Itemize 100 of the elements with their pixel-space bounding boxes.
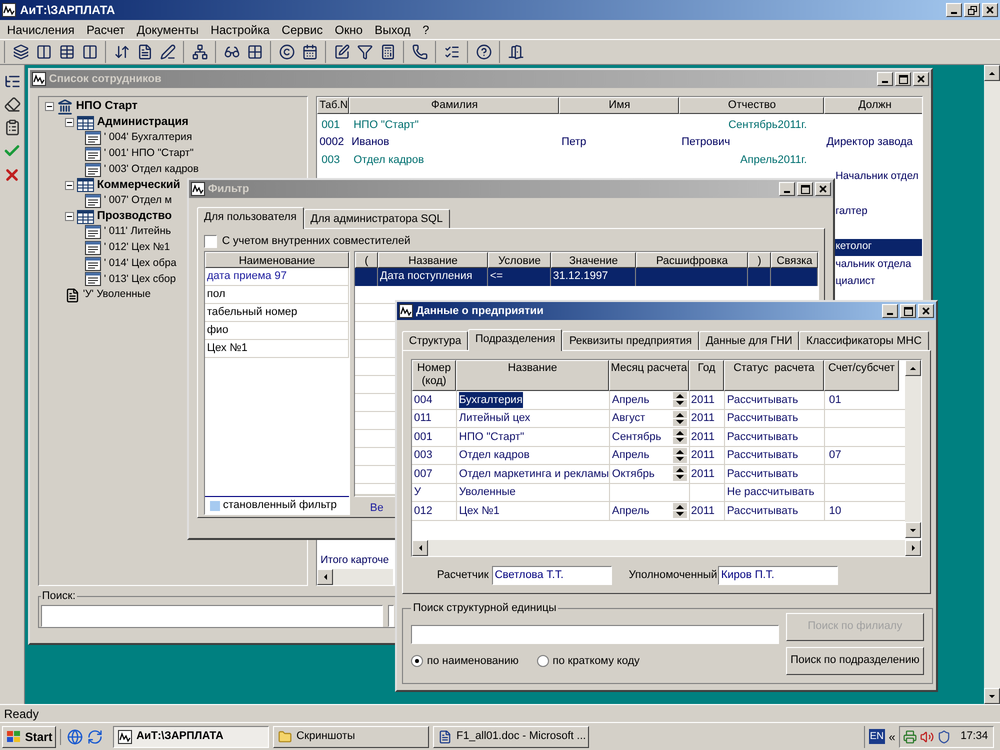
- tree-item[interactable]: ' 007' Отдел м: [104, 193, 172, 209]
- minimize-button[interactable]: [779, 182, 795, 196]
- search-button[interactable]: Поиск по подразделению: [786, 646, 924, 674]
- tab[interactable]: Для пользователя: [197, 207, 304, 229]
- column-header[interactable]: ): [748, 252, 771, 268]
- menu-item[interactable]: ?: [416, 20, 436, 38]
- tree-item[interactable]: ' 004' Бухгалтерия: [104, 130, 192, 146]
- close-button[interactable]: [982, 3, 998, 17]
- spin-button[interactable]: [673, 429, 687, 444]
- menu-item[interactable]: Настройка: [204, 20, 276, 38]
- radio-button[interactable]: [536, 654, 549, 667]
- menu-item[interactable]: Расчет: [80, 20, 131, 38]
- tree-item[interactable]: 'У' Уволенные: [83, 287, 151, 303]
- tree-icon[interactable]: [4, 73, 20, 90]
- tree-item[interactable]: ' 011' Литейнь: [104, 224, 172, 240]
- tab[interactable]: Данные для ГНИ: [698, 331, 800, 350]
- selected-row[interactable]: Дата поступления <= 31.12.1997: [355, 268, 818, 286]
- language-indicator[interactable]: EN: [868, 729, 885, 744]
- menu-item[interactable]: Документы: [130, 20, 205, 38]
- column-header[interactable]: Год: [689, 360, 724, 391]
- column-header[interactable]: Месяц расчета: [609, 360, 689, 391]
- column-header[interactable]: Таб.N: [317, 97, 350, 114]
- column-header[interactable]: Номер (код): [412, 360, 456, 391]
- spin-button[interactable]: [673, 448, 687, 463]
- maximize-button[interactable]: [900, 304, 916, 318]
- list-item[interactable]: Цех №1: [205, 340, 349, 358]
- collapse-toggle-icon[interactable]: [65, 118, 74, 128]
- tree-item[interactable]: ' 001' НПО "Старт": [104, 146, 194, 162]
- column-header[interactable]: Расшифровка: [636, 252, 748, 268]
- close-button[interactable]: [913, 72, 929, 86]
- column-header[interactable]: Условие: [488, 252, 551, 268]
- column-header[interactable]: Отчество: [679, 97, 824, 114]
- restore-button[interactable]: [964, 3, 980, 17]
- scrollbar[interactable]: [412, 540, 921, 556]
- tab[interactable]: Классификаторы МНС: [799, 331, 929, 350]
- tree-item[interactable]: Администрация: [97, 114, 188, 132]
- browser-icon[interactable]: [67, 728, 84, 744]
- button-label[interactable]: Ве: [370, 500, 384, 516]
- spin-button[interactable]: [673, 503, 687, 518]
- list-item[interactable]: табельный номер: [205, 304, 349, 322]
- spin-button[interactable]: [673, 466, 687, 482]
- maximize-button[interactable]: [797, 182, 813, 196]
- list-item[interactable]: фио: [205, 322, 349, 340]
- taskbar-button[interactable]: F1_all01.doc - Microsoft ...: [433, 726, 590, 748]
- printer-icon[interactable]: [903, 730, 918, 744]
- start-button[interactable]: Start: [2, 726, 56, 748]
- menu-item[interactable]: Выход: [368, 20, 417, 38]
- scrollbar[interactable]: [984, 65, 1000, 704]
- collapse-toggle-icon[interactable]: [65, 180, 74, 190]
- tray-expand-button[interactable]: «: [888, 728, 896, 746]
- tree-item[interactable]: Прозводство: [97, 208, 172, 226]
- speaker-icon[interactable]: [920, 730, 934, 744]
- tab[interactable]: Подразделения: [468, 329, 562, 351]
- taskbar-button[interactable]: АиТ:\ЗАРПЛАТА: [113, 726, 270, 748]
- tree-item[interactable]: ' 012' Цех №1: [104, 240, 170, 256]
- column-header[interactable]: Наименование: [205, 252, 349, 268]
- spin-button[interactable]: [673, 410, 687, 426]
- scrollbar[interactable]: [317, 569, 394, 585]
- close-button[interactable]: [918, 304, 934, 318]
- shield-icon[interactable]: [937, 730, 952, 744]
- collapse-toggle-icon[interactable]: [45, 102, 54, 112]
- search-field[interactable]: [411, 624, 779, 644]
- column-header[interactable]: Статус расчета: [724, 360, 824, 391]
- menu-item[interactable]: Окно: [328, 20, 369, 38]
- column-header[interactable]: Название: [378, 252, 488, 268]
- minimize-button[interactable]: [877, 72, 893, 86]
- search-field[interactable]: [41, 604, 383, 626]
- tab[interactable]: Реквизиты предприятия: [562, 331, 699, 350]
- menu-item[interactable]: Сервис: [276, 20, 329, 38]
- collapse-toggle-icon[interactable]: [65, 212, 74, 222]
- authorized-field[interactable]: Киров П.Т.: [718, 566, 838, 584]
- minimize-button[interactable]: [882, 304, 898, 318]
- refresh-icon[interactable]: [87, 728, 104, 744]
- close-button[interactable]: [815, 182, 831, 196]
- eraser-icon[interactable]: [4, 96, 20, 113]
- column-header[interactable]: Связка: [771, 252, 818, 268]
- spin-button[interactable]: [673, 392, 687, 408]
- column-header[interactable]: Значение: [551, 252, 636, 268]
- calculator-field[interactable]: Светлова Т.Т.: [492, 566, 612, 584]
- column-header[interactable]: Фамилия: [349, 97, 560, 114]
- column-header[interactable]: Счет/субсчет: [824, 360, 899, 391]
- column-header[interactable]: Название: [456, 360, 609, 391]
- tree-item[interactable]: ' 013' Цех сбор: [104, 272, 176, 288]
- scrollbar[interactable]: [905, 360, 921, 538]
- clipboard-icon[interactable]: [4, 119, 20, 136]
- tree-item[interactable]: НПО Старт: [76, 98, 138, 116]
- tree-item[interactable]: ' 014' Цех обра: [104, 256, 176, 272]
- list-item[interactable]: пол: [205, 286, 349, 304]
- radio-button[interactable]: [411, 654, 423, 667]
- tree-item[interactable]: Коммерческий: [97, 176, 180, 194]
- tab[interactable]: Для администратора SQL: [304, 209, 450, 228]
- maximize-button[interactable]: [895, 72, 911, 86]
- tree-item[interactable]: ' 003' Отдел кадров: [104, 162, 199, 178]
- taskbar-button[interactable]: Скриншоты: [273, 726, 430, 748]
- column-header[interactable]: Имя: [559, 97, 680, 114]
- checkbox[interactable]: [204, 234, 217, 248]
- cancel-icon[interactable]: [3, 166, 21, 184]
- menu-item[interactable]: Начисления: [1, 20, 81, 38]
- list-item[interactable]: дата приема 97: [205, 268, 349, 286]
- minimize-button[interactable]: [946, 3, 962, 17]
